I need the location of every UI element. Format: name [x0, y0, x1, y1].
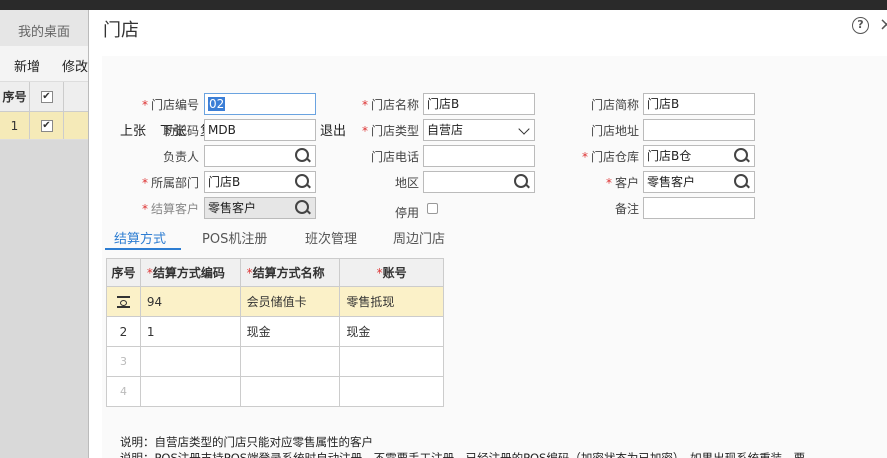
seq-column-header: 序号 [106, 258, 141, 287]
search-icon[interactable] [295, 174, 311, 190]
tab-shift-management[interactable]: 班次管理 [305, 228, 357, 247]
disabled-label: 停用 [394, 206, 419, 220]
account-cell[interactable]: 零售抵现 [339, 286, 444, 317]
grid-header-row: 序号 *结算方式编码 *结算方式名称 *账号 [106, 258, 444, 287]
tab-pos-registration[interactable]: POS机注册 [202, 228, 267, 247]
tab-nearby-stores[interactable]: 周边门店 [393, 228, 445, 247]
search-icon[interactable] [514, 174, 530, 190]
name-cell[interactable] [239, 346, 341, 377]
mnemonic-input[interactable]: MDB [204, 119, 316, 141]
store-address-label: 门店地址 [590, 124, 639, 138]
row-select-cell: ✔ [30, 112, 64, 139]
store-short-label: 门店简称 [590, 98, 639, 112]
tab-my-desktop[interactable]: 我的桌面 [0, 10, 88, 46]
search-icon[interactable] [295, 148, 311, 164]
manager-input[interactable] [204, 145, 316, 167]
account-cell[interactable]: 现金 [339, 316, 444, 347]
customer-label: * 客户 [605, 176, 639, 190]
store-type-select[interactable]: 自营店 [423, 119, 535, 141]
table-row[interactable]: 94 会员储值卡 零售抵现 [106, 286, 444, 317]
warehouse-input[interactable]: 门店B仓 [643, 145, 755, 167]
code-cell[interactable] [139, 376, 241, 407]
store-type-label: * 门店类型 [361, 124, 419, 138]
close-icon[interactable]: × [879, 14, 887, 35]
name-cell[interactable]: 会员储值卡 [239, 286, 341, 317]
department-input[interactable]: 门店B [204, 171, 316, 193]
background-toolbar: 新增 修改 [0, 46, 88, 82]
dialog-title: 门店 [103, 20, 139, 41]
new-button[interactable]: 新增 [14, 56, 40, 75]
settle-customer-label: * 结算客户 [141, 202, 199, 216]
help-icon[interactable]: ? [852, 17, 869, 34]
settle-customer-input[interactable]: 零售客户 [204, 197, 316, 219]
code-cell[interactable]: 94 [139, 286, 241, 317]
note-pos-registration: 说明：POS注册支持POS端登录系统时自动注册，不需要手工注册。已经注册的POS… [120, 451, 806, 458]
code-cell[interactable] [139, 346, 241, 377]
table-row[interactable]: 2 1 现金 现金 [106, 316, 444, 347]
customer-input[interactable]: 零售客户 [643, 171, 755, 193]
seq-cell: 3 [106, 346, 141, 377]
store-short-input[interactable]: 门店B [643, 93, 755, 115]
region-label: 地区 [394, 176, 419, 190]
settlement-grid: 序号 *结算方式编码 *结算方式名称 *账号 94 会员储值卡 零售抵现 2 1… [106, 258, 444, 407]
store-phone-input[interactable] [423, 145, 535, 167]
table-row[interactable]: 3 [106, 346, 444, 377]
remark-label: 备注 [614, 202, 639, 216]
select-all-cell: ✔ [30, 82, 64, 111]
account-cell[interactable] [339, 346, 444, 377]
tab-settlement[interactable]: 结算方式 [114, 228, 166, 247]
department-label: * 所属部门 [141, 176, 199, 190]
store-name-input[interactable]: 门店B [423, 93, 535, 115]
row-seq: 1 [0, 112, 30, 139]
store-name-label: * 门店名称 [361, 98, 419, 112]
name-cell[interactable] [239, 376, 341, 407]
dialog-body: 上张 下张 复制 保存 设置 退出 *门店编号 02 *门店名称 门店B 门店简… [102, 56, 887, 458]
edit-button[interactable]: 修改 [62, 56, 88, 75]
row-handle-cell[interactable] [106, 286, 141, 317]
code-cell[interactable]: 1 [139, 316, 241, 347]
warehouse-label: * 门店仓库 [581, 150, 639, 164]
background-grid-header: 序号 ✔ [0, 82, 88, 112]
store-phone-label: 门店电话 [370, 150, 419, 164]
disabled-checkbox[interactable] [427, 203, 438, 214]
seq-cell: 2 [106, 316, 141, 347]
manager-label: 负责人 [162, 150, 199, 164]
background-grid-row[interactable]: 1 ✔ [0, 112, 88, 140]
seq-cell: 4 [106, 376, 141, 407]
code-column-header: *结算方式编码 [139, 258, 241, 287]
seq-header: 序号 [0, 82, 30, 111]
name-column-header: *结算方式名称 [239, 258, 341, 287]
search-icon[interactable] [734, 148, 750, 164]
region-input[interactable] [423, 171, 535, 193]
mnemonic-label: 助记码 [162, 124, 199, 138]
top-bar [0, 0, 887, 10]
active-tab-underline [105, 248, 181, 250]
account-cell[interactable] [339, 376, 444, 407]
remark-input[interactable] [643, 197, 755, 219]
select-all-checkbox[interactable]: ✔ [40, 90, 53, 103]
account-column-header: *账号 [339, 258, 444, 287]
chevron-down-icon [518, 123, 530, 135]
store-code-input[interactable]: 02 [204, 93, 316, 115]
search-icon[interactable] [734, 174, 750, 190]
name-cell[interactable]: 现金 [239, 316, 341, 347]
row-drag-icon[interactable] [116, 296, 130, 308]
row-checkbox[interactable]: ✔ [40, 119, 53, 132]
store-code-label: * 门店编号 [141, 98, 199, 112]
note-store-type: 说明：自营店类型的门店只能对应零售属性的客户 [120, 435, 373, 449]
store-address-input[interactable] [643, 119, 755, 141]
search-icon[interactable] [295, 200, 311, 216]
table-row[interactable]: 4 [106, 376, 444, 407]
